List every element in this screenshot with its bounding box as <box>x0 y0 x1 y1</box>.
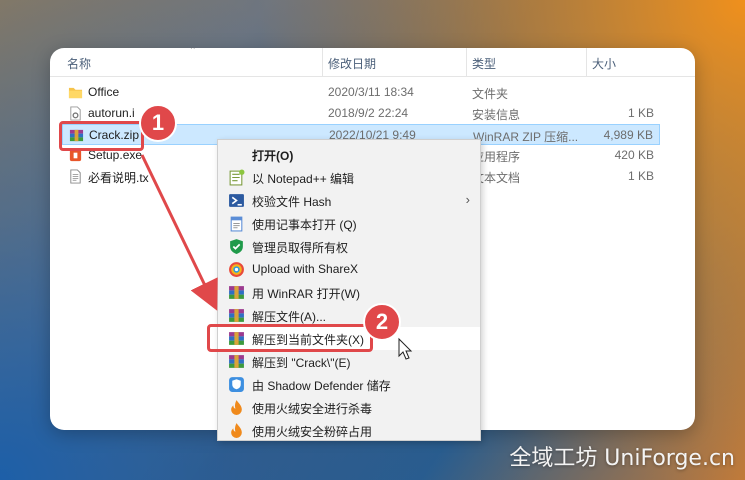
file-type: 安装信息 <box>472 108 521 122</box>
powershell-icon <box>229 194 244 207</box>
menu-item-label: 校验文件 Hash <box>252 195 332 209</box>
winrar-icon <box>229 286 244 299</box>
file-row-office[interactable]: Office 2020/3/11 18:34 文件夹 <box>62 82 660 103</box>
column-divider[interactable] <box>466 48 467 76</box>
file-date: 2020/3/11 18:34 <box>328 85 414 99</box>
notepad-icon <box>230 216 243 232</box>
menu-item-label: Upload with ShareX <box>252 262 359 276</box>
menu-item-label: 管理员取得所有权 <box>252 241 349 255</box>
huorong-icon <box>231 400 242 415</box>
column-divider[interactable] <box>322 48 323 76</box>
menu-item-shadow-defender[interactable]: 由 Shadow Defender 储存 <box>218 373 480 396</box>
sharex-icon <box>229 262 244 277</box>
menu-item-open[interactable]: 打开(O) <box>218 143 480 166</box>
file-date: 2018/9/2 22:24 <box>328 106 409 120</box>
file-name: autorun.i <box>88 106 135 120</box>
menu-item-extract-to-folder[interactable]: 解压到 "Crack\"(E) <box>218 350 480 373</box>
menu-item-label: 使用火绒安全进行杀毒 <box>252 402 373 416</box>
column-date-header[interactable]: 修改日期 <box>328 55 376 72</box>
huorong-icon <box>231 423 242 438</box>
menu-item-label: 使用记事本打开 (Q) <box>252 218 357 232</box>
menu-item-label: 使用火绒安全粉碎占用 <box>252 425 373 439</box>
text-file-icon <box>70 169 81 184</box>
chevron-right-icon: › <box>465 192 470 207</box>
menu-item-take-ownership[interactable]: 管理员取得所有权 <box>218 235 480 258</box>
shield-check-icon <box>230 239 243 254</box>
folder-icon <box>68 87 83 99</box>
column-header-bar: ⌃ 名称 修改日期 类型 大小 <box>50 48 695 77</box>
step-badge-1: 1 <box>139 104 177 142</box>
menu-item-label: 解压文件(A)... <box>252 310 326 324</box>
menu-item-label: 用 WinRAR 打开(W) <box>252 287 360 301</box>
watermark-text: 全域工坊 UniForge.cn <box>509 446 735 471</box>
callout-box-extract-here <box>207 324 373 352</box>
winrar-icon <box>229 309 244 322</box>
file-size: 420 KB <box>614 148 654 162</box>
file-size: 4,989 KB <box>603 128 653 142</box>
step-badge-2: 2 <box>363 303 401 341</box>
column-name-header[interactable]: 名称 <box>67 55 91 72</box>
menu-item-label: 以 Notepad++ 编辑 <box>252 172 355 186</box>
file-size: 1 KB <box>627 106 654 120</box>
menu-item-notepad-plus-plus[interactable]: 以 Notepad++ 编辑 <box>218 166 480 189</box>
menu-item-file-hash[interactable]: 校验文件 Hash › <box>218 189 480 212</box>
column-divider[interactable] <box>586 48 587 76</box>
column-size-header[interactable]: 大小 <box>592 55 616 72</box>
settings-file-icon <box>70 106 81 121</box>
menu-item-huorong-shred[interactable]: 使用火绒安全粉碎占用 <box>218 419 480 442</box>
menu-item-label: 打开(O) <box>252 149 294 163</box>
shadow-defender-icon <box>229 377 244 392</box>
file-type: 文件夹 <box>472 87 509 101</box>
file-name: 必看说明.tx <box>88 171 149 185</box>
callout-box-crack-zip <box>59 121 144 151</box>
notepad-plus-plus-icon <box>229 169 245 186</box>
file-name: Office <box>88 85 120 99</box>
menu-item-open-winrar[interactable]: 用 WinRAR 打开(W) <box>218 281 480 304</box>
file-type: WinRAR ZIP 压缩... <box>473 130 579 144</box>
column-type-header[interactable]: 类型 <box>472 55 496 72</box>
menu-item-label: 解压到 "Crack\"(E) <box>252 356 351 370</box>
file-size: 1 KB <box>627 169 654 183</box>
sort-up-icon: ⌃ <box>189 48 197 55</box>
winrar-icon <box>229 355 244 368</box>
menu-item-huorong-scan[interactable]: 使用火绒安全进行杀毒 <box>218 396 480 419</box>
context-menu: 打开(O) 以 Notepad++ 编辑 校验文件 Hash › 使用记事本打开… <box>217 139 481 441</box>
menu-item-sharex[interactable]: Upload with ShareX <box>218 258 480 281</box>
menu-item-open-notepad[interactable]: 使用记事本打开 (Q) <box>218 212 480 235</box>
menu-item-label: 由 Shadow Defender 储存 <box>252 379 391 393</box>
